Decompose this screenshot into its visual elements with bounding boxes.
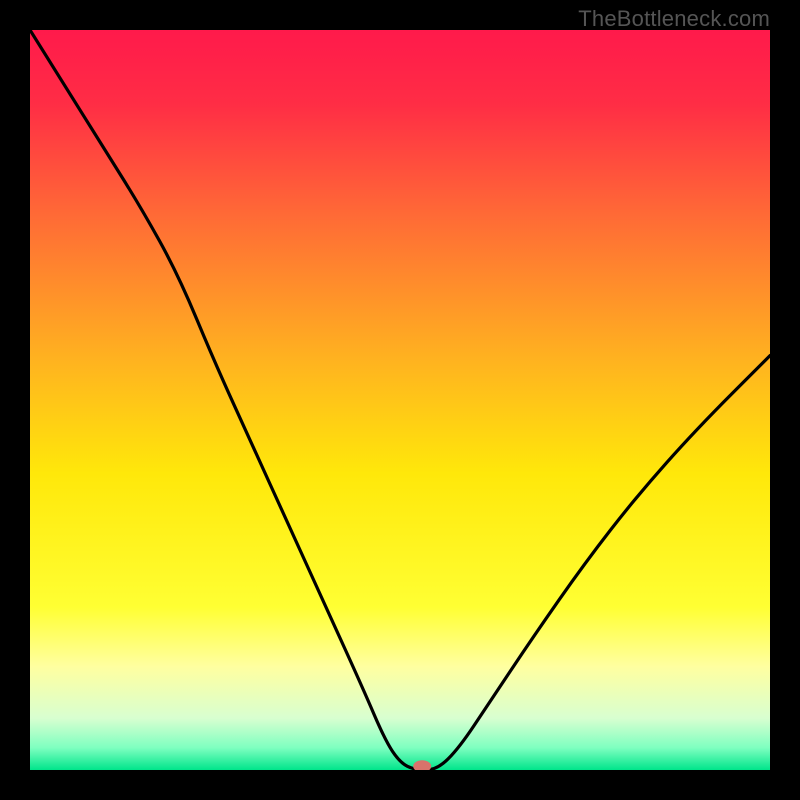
bottleneck-chart bbox=[30, 30, 770, 770]
chart-frame: TheBottleneck.com bbox=[0, 0, 800, 800]
gradient-background bbox=[30, 30, 770, 770]
watermark-text: TheBottleneck.com bbox=[578, 6, 770, 32]
